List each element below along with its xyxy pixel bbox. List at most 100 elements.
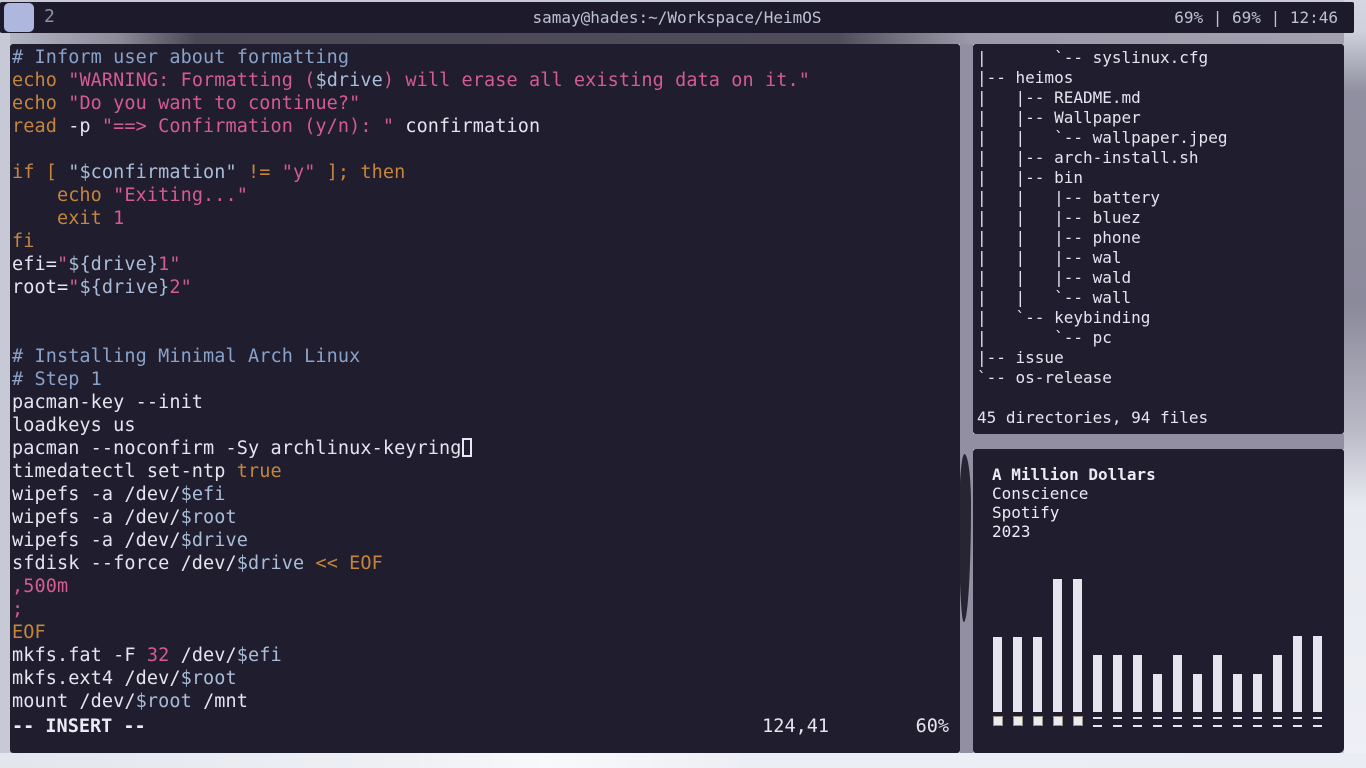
progress-marker-empty	[1153, 717, 1162, 727]
terminal-pane-player[interactable]: A Million Dollars Conscience Spotify 202…	[973, 449, 1344, 753]
wallpaper-gap-top	[10, 33, 1344, 44]
progress-marker-empty	[1113, 717, 1122, 727]
visualizer-bar	[1213, 655, 1222, 712]
code-line: if [ "$confirmation" != "y" ]; then	[12, 161, 960, 184]
code-line	[12, 322, 960, 345]
vim-statusline: -- INSERT -- 124,41 60%	[10, 715, 960, 738]
visualizer-bar	[1093, 655, 1102, 712]
code-line: # Step 1	[12, 368, 960, 391]
visualizer-bar	[993, 637, 1002, 712]
code-line: pacman --noconfirm -Sy archlinux-keyring	[12, 437, 960, 460]
visualizer-bar	[1033, 637, 1042, 712]
vim-cursor	[462, 438, 472, 457]
code-line: pacman-key --init	[12, 391, 960, 414]
code-line	[12, 138, 960, 161]
visualizer-bar	[1013, 637, 1022, 712]
terminal-pane-tree[interactable]: | `-- syslinux.cfg|-- heimos| |-- README…	[973, 44, 1344, 434]
code-line: root="${drive}2"	[12, 276, 960, 299]
progress-marker-filled	[1013, 716, 1023, 726]
progress-marker-filled	[1033, 716, 1043, 726]
progress-marker-empty	[1173, 717, 1182, 727]
wallpaper-shadow	[959, 454, 971, 622]
progress-marker-filled	[993, 716, 1003, 726]
code-line: EOF	[12, 621, 960, 644]
tree-line: | `-- syslinux.cfg	[977, 48, 1344, 68]
visualizer-bar	[1233, 674, 1242, 712]
visualizer-bar	[1073, 579, 1082, 712]
visualizer-bar	[1253, 674, 1262, 712]
code-line: mount /dev/$root /mnt	[12, 690, 960, 713]
code-line: # Installing Minimal Arch Linux	[12, 345, 960, 368]
progress-marker-empty	[1193, 717, 1202, 727]
progress-marker-empty	[1273, 717, 1282, 727]
terminal-pane-vim[interactable]: # Inform user about formattingecho "WARN…	[10, 44, 960, 753]
wallpaper-gap-right	[1344, 0, 1366, 768]
pane-divider-vertical[interactable]	[960, 44, 973, 753]
visualizer-bar	[1133, 655, 1142, 712]
code-line: loadkeys us	[12, 414, 960, 437]
progress-marker-empty	[1213, 717, 1222, 727]
vim-scroll-percent: 60%	[916, 715, 949, 738]
tree-line: | | |-- phone	[977, 228, 1344, 248]
progress-marker-empty	[1093, 717, 1102, 727]
tree-line: `-- os-release	[977, 368, 1344, 388]
audio-visualizer	[973, 449, 1344, 753]
visualizer-bar	[1193, 674, 1202, 712]
code-line: mkfs.fat -F 32 /dev/$efi	[12, 644, 960, 667]
visualizer-bar	[1053, 579, 1062, 712]
progress-marker-empty	[1133, 717, 1142, 727]
visualizer-bar	[1313, 636, 1322, 712]
pane-divider-horizontal[interactable]	[973, 434, 1344, 449]
code-line: fi	[12, 230, 960, 253]
visualizer-bar	[1153, 674, 1162, 712]
visualizer-bar	[1273, 655, 1282, 712]
tree-line: | | |-- wal	[977, 248, 1344, 268]
tree-line: | | |-- battery	[977, 188, 1344, 208]
tree-line: 45 directories, 94 files	[977, 408, 1344, 428]
code-line: read -p "==> Confirmation (y/n): " confi…	[12, 115, 960, 138]
code-line: wipefs -a /dev/$drive	[12, 529, 960, 552]
progress-marker-empty	[1293, 717, 1302, 727]
tree-line: | | |-- wald	[977, 268, 1344, 288]
editor-buffer: # Inform user about formattingecho "WARN…	[10, 44, 960, 713]
tree-line: | `-- keybinding	[977, 308, 1344, 328]
code-line: echo "Do you want to continue?"	[12, 92, 960, 115]
code-line: ,500m	[12, 575, 960, 598]
tree-line: | | |-- bluez	[977, 208, 1344, 228]
progress-marker-empty	[1313, 717, 1322, 727]
system-status-text: 69% | 69% | 12:46	[1174, 8, 1338, 27]
tree-line: | |-- README.md	[977, 88, 1344, 108]
window-title: samay@hades:~/Workspace/HeimOS	[0, 8, 1354, 27]
code-line: ;	[12, 598, 960, 621]
progress-marker-empty	[1253, 717, 1262, 727]
tree-line: | `-- pc	[977, 328, 1344, 348]
code-line: mkfs.ext4 /dev/$root	[12, 667, 960, 690]
tree-line: | | `-- wall	[977, 288, 1344, 308]
top-status-bar: 2 samay@hades:~/Workspace/HeimOS 69% | 6…	[0, 2, 1354, 33]
code-line: wipefs -a /dev/$root	[12, 506, 960, 529]
code-line: # Inform user about formatting	[12, 46, 960, 69]
visualizer-bar	[1173, 655, 1182, 712]
tree-output: | `-- syslinux.cfg|-- heimos| |-- README…	[973, 44, 1344, 428]
code-line: wipefs -a /dev/$efi	[12, 483, 960, 506]
progress-marker-filled	[1073, 716, 1083, 726]
tree-line	[977, 388, 1344, 408]
vim-mode-indicator: -- INSERT --	[12, 715, 146, 738]
code-line: echo "Exiting..."	[12, 184, 960, 207]
progress-marker-empty	[1233, 717, 1242, 727]
visualizer-bar	[1113, 655, 1122, 712]
tree-line: | |-- bin	[977, 168, 1344, 188]
tree-line: | |-- Wallpaper	[977, 108, 1344, 128]
tree-line: |-- issue	[977, 348, 1344, 368]
code-line: efi="${drive}1"	[12, 253, 960, 276]
tree-line: | | `-- wallpaper.jpeg	[977, 128, 1344, 148]
code-line: exit 1	[12, 207, 960, 230]
code-line: echo "WARNING: Formatting ($drive) will …	[12, 69, 960, 92]
progress-marker-filled	[1053, 716, 1063, 726]
visualizer-bar	[1293, 636, 1302, 712]
tree-line: |-- heimos	[977, 68, 1344, 88]
wallpaper-gap-bottom	[0, 753, 1366, 768]
vim-cursor-position: 124,41	[762, 715, 829, 738]
tree-line: | |-- arch-install.sh	[977, 148, 1344, 168]
code-line	[12, 299, 960, 322]
